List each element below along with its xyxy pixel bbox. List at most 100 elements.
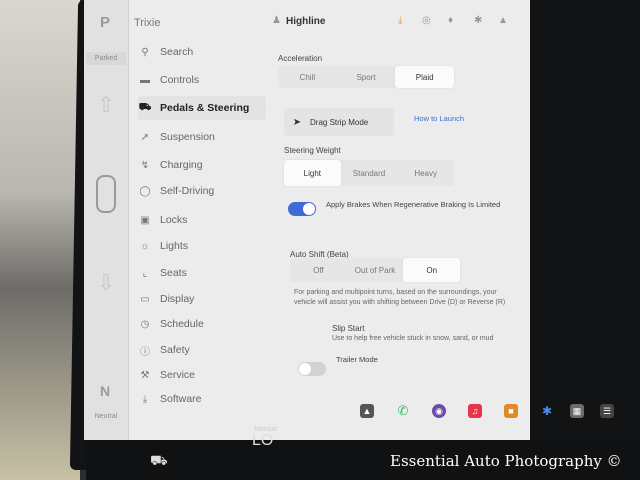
gear-neutral-indicator[interactable]: N xyxy=(92,383,118,399)
how-to-launch-link[interactable]: How to Launch xyxy=(414,114,464,123)
clock-icon: ◷ xyxy=(140,318,150,330)
sidebar-item-label: Controls xyxy=(160,74,200,86)
auto-shift-description: For parking and multipoint turns, based … xyxy=(294,289,506,306)
slip-start-heading: Slip Start xyxy=(332,324,365,333)
sidebar-item-label: Schedule xyxy=(160,318,204,330)
drive-strip: P Parked ⇧ ⇩ N Neutral xyxy=(84,0,129,440)
display-icon: ▭ xyxy=(140,293,150,305)
apps-icon[interactable]: ▦ xyxy=(570,404,584,418)
steering-light-option[interactable]: Light xyxy=(284,160,341,186)
car-icon: ⛟ xyxy=(138,101,152,113)
steering-wheel-icon: ◯ xyxy=(139,185,151,197)
regen-brakes-label: Apply Brakes When Regenerative Braking I… xyxy=(326,200,501,209)
sidebar-item-seats[interactable]: ⌞ Seats xyxy=(138,261,266,285)
sun-icon: ☼ xyxy=(140,240,150,252)
sidebar-item-pedals-steering[interactable]: ⛟ Pedals & Steering xyxy=(138,96,266,120)
gear-park-indicator[interactable]: P xyxy=(92,14,118,31)
trailer-mode-label: Trailer Mode xyxy=(336,355,378,364)
bell-icon[interactable]: ♦ xyxy=(448,15,453,26)
sidebar-item-label: Search xyxy=(160,46,194,58)
pedals-steering-panel: Acceleration Chill Sport Plaid ➤ Drag St… xyxy=(278,48,524,440)
arrow-up-icon[interactable]: ⇧ xyxy=(96,92,116,118)
trailer-mode-toggle[interactable] xyxy=(298,362,326,376)
sidebar-item-label: Charging xyxy=(160,159,203,171)
sidebar-item-safety[interactable]: ⓘ Safety xyxy=(138,338,266,362)
driver-profile[interactable]: Highline xyxy=(286,16,325,27)
sidebar-item-self-driving[interactable]: ◯ Self-Driving xyxy=(138,179,266,203)
user-icon: ♟ xyxy=(272,15,281,26)
neutral-label: Neutral xyxy=(94,413,118,420)
toggle-icon: ▬ xyxy=(140,74,150,86)
sidebar-item-label: Seats xyxy=(160,267,187,279)
sidebar-item-label: Display xyxy=(160,293,195,305)
profile-name[interactable]: Trixie xyxy=(134,17,160,29)
sidebar-item-service[interactable]: ⚒ Service xyxy=(138,363,266,387)
acceleration-chill-option[interactable]: Chill xyxy=(278,66,337,88)
touchscreen: P Parked ⇧ ⇩ N Neutral Trixie ⚲ Search ▬… xyxy=(84,0,530,440)
sidebar-item-label: Self-Driving xyxy=(160,185,215,197)
sidebar-item-suspension[interactable]: ➚ Suspension xyxy=(138,125,266,149)
lock-icon: ▣ xyxy=(140,214,150,226)
settings-sidebar: ⚲ Search ▬ Controls ⛟ Pedals & Steering … xyxy=(128,38,268,440)
watermark: Essential Auto Photography © xyxy=(390,452,622,470)
sidebar-item-label: Safety xyxy=(160,344,190,356)
suspension-icon: ➚ xyxy=(140,131,150,143)
rocket-icon: ➤ xyxy=(292,116,302,128)
download-icon[interactable]: ⤓ xyxy=(398,15,402,26)
sidebar-item-software[interactable]: ⤓ Software xyxy=(138,387,266,411)
search-icon: ⚲ xyxy=(141,46,149,58)
sidebar-item-label: Lights xyxy=(160,240,189,252)
auto-shift-selector: Off Out of Park On xyxy=(290,258,461,282)
sidebar-item-locks[interactable]: ▣ Locks xyxy=(138,208,266,232)
sidebar-item-search[interactable]: ⚲ Search xyxy=(138,40,266,64)
temperature-display[interactable]: LO xyxy=(252,432,273,450)
steering-weight-heading: Steering Weight xyxy=(284,146,341,155)
sidebar-item-display[interactable]: ▭ Display xyxy=(138,287,266,311)
sidebar-item-label: Service xyxy=(160,369,196,381)
music-icon[interactable]: ♫ xyxy=(468,404,482,418)
sidebar-item-charging[interactable]: ↯ Charging xyxy=(138,153,266,177)
sidebar-item-label: Locks xyxy=(160,214,188,226)
background-left xyxy=(0,0,80,480)
steering-standard-option[interactable]: Standard xyxy=(341,160,398,186)
dashcam-icon[interactable]: ▲ xyxy=(360,404,374,418)
signal-icon[interactable]: ▲ xyxy=(498,15,508,26)
camera-icon[interactable]: ◉ xyxy=(432,404,446,418)
bluetooth-icon[interactable]: ✱ xyxy=(474,15,482,26)
sidebar-item-label: Pedals & Steering xyxy=(160,102,250,114)
toggle-knob xyxy=(303,203,315,215)
drag-strip-label: Drag Strip Mode xyxy=(310,117,369,127)
car-icon[interactable]: ⛟ xyxy=(150,452,168,471)
arrow-down-icon[interactable]: ⇩ xyxy=(96,270,116,296)
sidebar-item-lights[interactable]: ☼ Lights xyxy=(138,234,266,258)
acceleration-selector: Chill Sport Plaid xyxy=(278,66,455,88)
car-icon xyxy=(96,175,116,213)
menu-icon[interactable]: ☰ xyxy=(600,404,614,418)
download-icon: ⤓ xyxy=(142,393,148,405)
bolt-icon: ↯ xyxy=(140,159,150,171)
acceleration-heading: Acceleration xyxy=(278,54,323,63)
alarm-icon[interactable]: ◎ xyxy=(422,15,431,26)
top-bar: ♟ Highline ⤓ ◎ ♦ ✱ ▲ xyxy=(272,10,530,32)
parked-label: Parked xyxy=(86,52,126,65)
acceleration-plaid-option[interactable]: Plaid xyxy=(395,66,455,88)
sidebar-item-label: Software xyxy=(160,393,202,405)
sidebar-item-controls[interactable]: ▬ Controls xyxy=(138,68,266,92)
toybox-icon[interactable]: ■ xyxy=(504,404,518,418)
sidebar-item-schedule[interactable]: ◷ Schedule xyxy=(138,312,266,336)
auto-shift-out-of-park-option[interactable]: Out of Park xyxy=(347,258,404,282)
auto-shift-on-option[interactable]: On xyxy=(403,258,461,282)
bluetooth-icon[interactable]: ✱ xyxy=(540,404,554,418)
regen-brakes-toggle[interactable] xyxy=(288,202,316,216)
steering-weight-selector: Light Standard Heavy xyxy=(284,160,454,186)
slip-start-description: Use to help free vehicle stuck in snow, … xyxy=(332,335,494,342)
drag-strip-mode-button[interactable]: ➤ Drag Strip Mode xyxy=(284,108,394,136)
phone-icon[interactable]: ✆ xyxy=(396,403,410,418)
auto-shift-off-option[interactable]: Off xyxy=(290,258,347,282)
toggle-knob xyxy=(299,363,311,375)
acceleration-sport-option[interactable]: Sport xyxy=(337,66,396,88)
sidebar-item-label: Suspension xyxy=(160,131,215,143)
steering-heavy-option[interactable]: Heavy xyxy=(397,160,454,186)
seat-icon: ⌞ xyxy=(142,267,148,279)
wrench-icon: ⚒ xyxy=(140,369,150,381)
